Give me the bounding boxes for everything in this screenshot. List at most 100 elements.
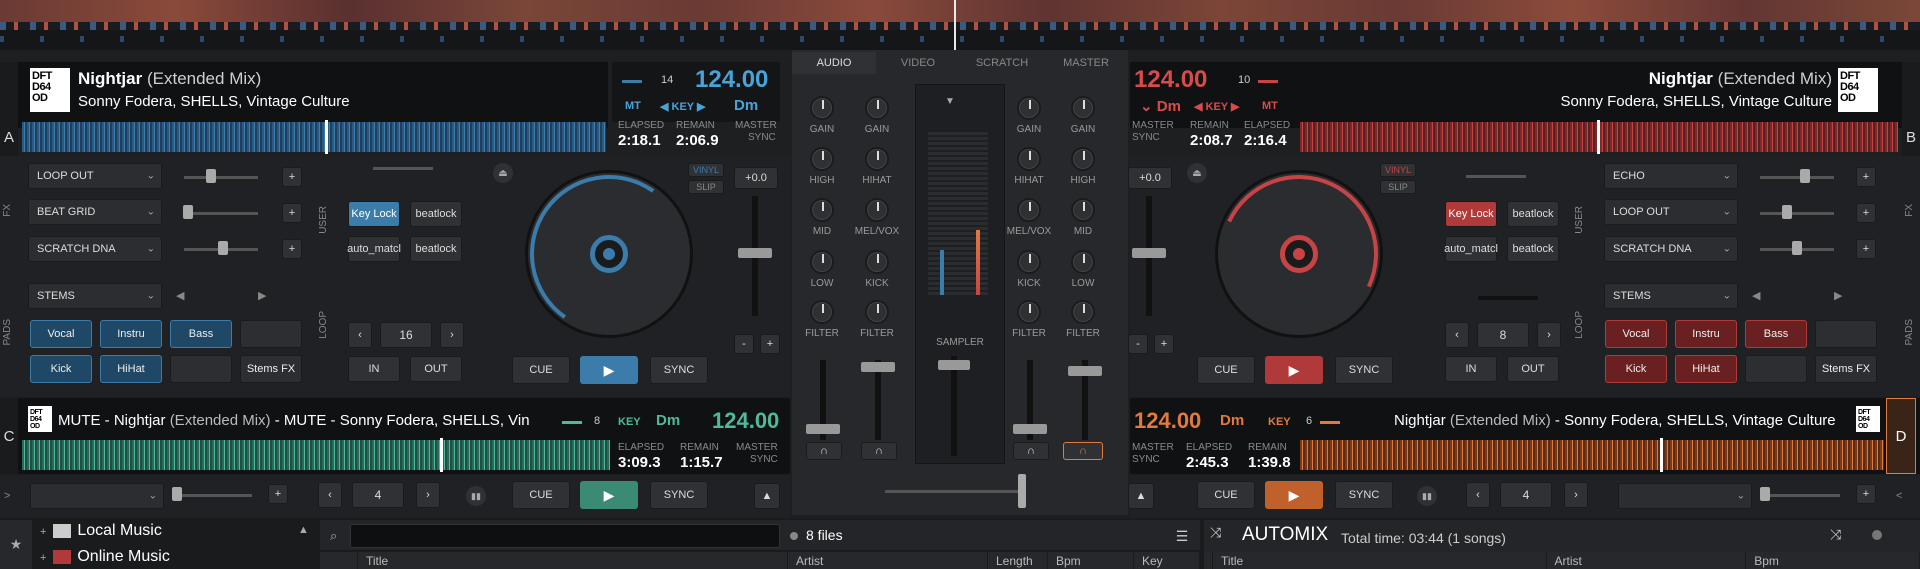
deck-c-loop-size[interactable]: 4 bbox=[352, 482, 404, 508]
chevron-down-icon[interactable]: ▼ bbox=[945, 96, 955, 107]
tab-scratch[interactable]: SCRATCH bbox=[960, 52, 1044, 74]
deck-b-user-tab[interactable]: USER bbox=[1572, 190, 1586, 250]
mixer-knob-kick-3[interactable] bbox=[1017, 250, 1041, 274]
mixer-knob-high-1[interactable] bbox=[810, 147, 834, 171]
deck-b-loop-next[interactable]: › bbox=[1537, 322, 1561, 348]
deck-b-vinyl[interactable]: VINYL bbox=[1380, 163, 1416, 177]
chevron-right-icon[interactable]: ▶ bbox=[258, 289, 266, 302]
tab-audio[interactable]: AUDIO bbox=[792, 52, 876, 74]
channel-4-fader[interactable] bbox=[1068, 366, 1102, 376]
deck-b-fx2-slider[interactable] bbox=[1760, 212, 1834, 215]
deck-a-pitch-minus[interactable]: - bbox=[734, 334, 754, 354]
triangle-up-icon[interactable]: ▲ bbox=[1128, 483, 1154, 509]
deck-a-fx2-slider[interactable] bbox=[184, 212, 258, 215]
crossfader-track[interactable] bbox=[885, 490, 1025, 493]
deck-d-fx-dd[interactable]: ⌄ bbox=[1618, 483, 1752, 509]
headphones-4-icon[interactable]: ∩ bbox=[1063, 442, 1103, 460]
deck-d-fx-slider[interactable] bbox=[1760, 494, 1840, 497]
pad-vocal[interactable]: Vocal bbox=[30, 320, 92, 348]
deck-b-sync-label[interactable]: SYNC bbox=[1132, 132, 1160, 143]
deck-d-loop-next[interactable]: › bbox=[1564, 482, 1588, 508]
mixer-knob-filter-4[interactable] bbox=[1071, 300, 1095, 324]
col-bpm[interactable]: Bpm bbox=[1048, 552, 1134, 569]
deck-b-keylock[interactable]: Key Lock bbox=[1445, 201, 1497, 227]
deck-d-sync[interactable]: SYNC bbox=[1335, 481, 1393, 509]
deck-a-fx3-add[interactable]: + bbox=[282, 239, 302, 259]
mixer-knob-hihat-3[interactable] bbox=[1017, 147, 1041, 171]
headphones-2-icon[interactable]: ∩ bbox=[861, 442, 897, 460]
deck-b-beatlock[interactable]: beatlock bbox=[1507, 201, 1559, 227]
deck-b-mt[interactable]: MT bbox=[1262, 100, 1278, 112]
deck-d-loop-prev[interactable]: ‹ bbox=[1466, 482, 1490, 508]
deck-d-fx-add[interactable]: + bbox=[1856, 484, 1876, 504]
tab-video[interactable]: VIDEO bbox=[876, 52, 960, 74]
deck-b-play[interactable]: ▶ bbox=[1265, 356, 1323, 384]
col-key[interactable]: Key bbox=[1134, 552, 1200, 569]
deck-d-letter[interactable]: D bbox=[1886, 398, 1916, 474]
deck-b-loop-in[interactable]: IN bbox=[1445, 356, 1497, 382]
pad-vocal[interactable]: Vocal bbox=[1605, 320, 1667, 348]
deck-a-loop-out[interactable]: OUT bbox=[410, 356, 462, 382]
track-overview[interactable] bbox=[0, 0, 1920, 50]
mixer-knob-filter-1[interactable] bbox=[810, 300, 834, 324]
deck-b-pads-tab[interactable]: PADS bbox=[1902, 282, 1916, 382]
automix-col-title[interactable]: Title bbox=[1213, 552, 1547, 569]
pad-stemsfx[interactable]: Stems FX bbox=[240, 355, 302, 383]
deck-c-fx-dd[interactable]: ⌄ bbox=[30, 483, 164, 509]
mixer-knob-gain-1[interactable] bbox=[810, 96, 834, 120]
deck-c-key-label[interactable]: KEY bbox=[618, 416, 641, 428]
deck-a-loop-prev[interactable]: ‹ bbox=[348, 322, 372, 348]
deck-a-loop-tab[interactable]: LOOP bbox=[316, 290, 330, 360]
deck-a-loop-in[interactable]: IN bbox=[348, 356, 400, 382]
deck-d-master[interactable]: MASTER bbox=[1132, 442, 1174, 453]
mixer-knob-gain-4[interactable] bbox=[1071, 96, 1095, 120]
deck-d-key[interactable]: Dm bbox=[1220, 412, 1244, 429]
deck-b-pitch-knob[interactable] bbox=[1132, 248, 1166, 258]
deck-c-remain[interactable]: 1:15.7 bbox=[680, 454, 723, 471]
deck-d-key-label[interactable]: KEY bbox=[1268, 416, 1291, 428]
deck-c-master[interactable]: MASTER bbox=[736, 442, 778, 453]
deck-a-beatlock[interactable]: beatlock bbox=[410, 201, 462, 227]
chevron-left-icon[interactable]: < bbox=[1896, 490, 1902, 502]
mixer-knob-gain-2[interactable] bbox=[865, 96, 889, 120]
triangle-up-icon[interactable]: ▲ bbox=[754, 483, 780, 509]
pad-empty[interactable] bbox=[1815, 320, 1877, 348]
deck-b-fx3[interactable]: SCRATCH DNA ⌄ bbox=[1604, 236, 1738, 262]
mixer-knob-hihat-2[interactable] bbox=[865, 147, 889, 171]
automix-col-artist[interactable]: Artist bbox=[1546, 552, 1747, 569]
deck-a-master[interactable]: MASTER bbox=[735, 120, 777, 131]
deck-b-key[interactable]: ⌄ Dm bbox=[1140, 97, 1181, 115]
deck-d-play[interactable]: ▶ bbox=[1265, 481, 1323, 509]
deck-b-sync[interactable]: SYNC bbox=[1335, 356, 1393, 384]
mixer-knob-melvox-3[interactable] bbox=[1017, 198, 1041, 222]
deck-a-pitch-value[interactable]: +0.0 bbox=[734, 167, 778, 189]
deck-b-loop-prev[interactable]: ‹ bbox=[1445, 322, 1469, 348]
sampler-fader-knob[interactable] bbox=[938, 360, 970, 370]
deck-a-waveform[interactable] bbox=[22, 122, 606, 152]
star-icon[interactable]: ★ bbox=[0, 520, 32, 569]
deck-b-fx2-knob[interactable] bbox=[1782, 205, 1792, 219]
deck-d-sync-label[interactable]: SYNC bbox=[1132, 454, 1160, 465]
sampler-fader-track[interactable] bbox=[951, 356, 957, 456]
pad-bass[interactable]: Bass bbox=[170, 320, 232, 348]
deck-c-letter[interactable]: C bbox=[0, 398, 18, 474]
channel-2-fader-track[interactable] bbox=[875, 360, 881, 440]
deck-c-elapsed[interactable]: 3:09.3 bbox=[618, 454, 661, 471]
deck-b-remain[interactable]: 2:08.7 bbox=[1190, 132, 1233, 149]
col-artist[interactable]: Artist bbox=[788, 552, 988, 569]
deck-d-bpm[interactable]: 124.00 bbox=[1134, 408, 1201, 434]
automix-col-bpm[interactable]: Bpm bbox=[1746, 552, 1920, 569]
pad-instru[interactable]: Instru bbox=[1675, 320, 1737, 348]
deck-d-elapsed[interactable]: 2:45.3 bbox=[1186, 454, 1229, 471]
deck-a-fx1-slider[interactable] bbox=[184, 176, 258, 179]
deck-c-waveform[interactable] bbox=[22, 440, 610, 470]
pad-empty[interactable] bbox=[240, 320, 302, 348]
deck-b-pad-slider[interactable] bbox=[1478, 296, 1538, 300]
pad-kick[interactable]: Kick bbox=[1605, 355, 1667, 383]
mixer-knob-filter-2[interactable] bbox=[865, 300, 889, 324]
deck-a-fx1-knob[interactable] bbox=[206, 169, 216, 183]
deck-d-fx-knob[interactable] bbox=[1760, 487, 1770, 501]
deck-a-vinyl[interactable]: VINYL bbox=[688, 163, 724, 177]
deck-a-beatlock2[interactable]: beatlock bbox=[410, 236, 462, 262]
deck-b-fx3-add[interactable]: + bbox=[1856, 239, 1876, 259]
